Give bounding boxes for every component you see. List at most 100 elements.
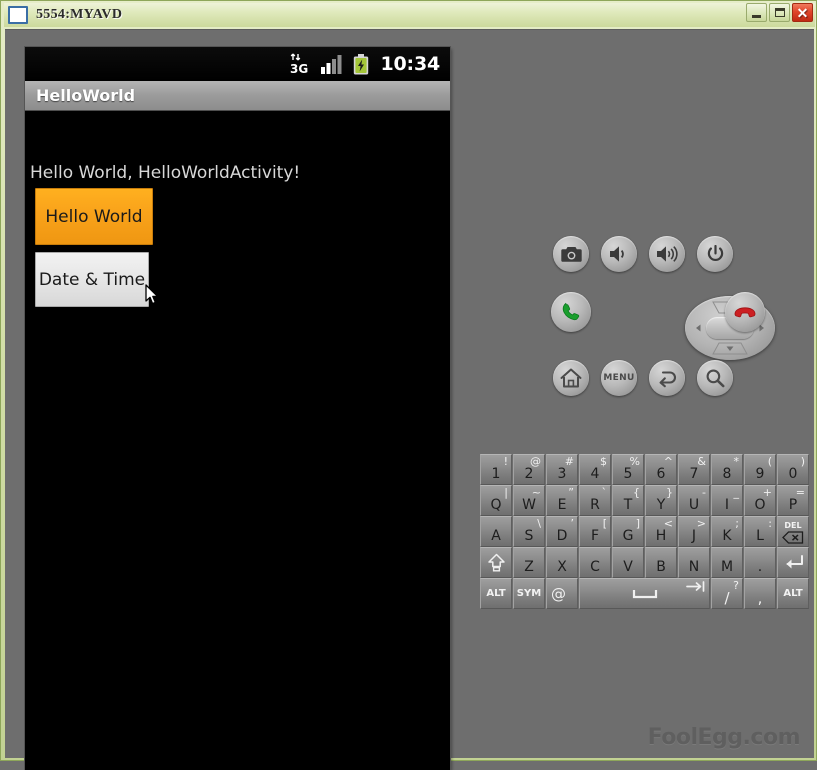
key-slash[interactable]: /? [711, 578, 743, 609]
key-c[interactable]: C [579, 547, 611, 578]
key-r[interactable]: R ` [579, 485, 611, 516]
key-3[interactable]: 3 # [546, 454, 578, 485]
key-delete-label: DEL [784, 520, 802, 530]
key-9[interactable]: 9( [744, 454, 776, 485]
key-alt-label: ; [735, 517, 739, 530]
key-j[interactable]: J > [678, 516, 710, 547]
key-o[interactable]: O + [744, 485, 776, 516]
key-period[interactable]: . [744, 547, 776, 578]
key-n[interactable]: N [678, 547, 710, 578]
key-g[interactable]: G] [612, 516, 644, 547]
svg-text:3G: 3G [290, 62, 308, 75]
key-k[interactable]: K; [711, 516, 743, 547]
key-label: V [623, 559, 633, 575]
back-arrow-icon [659, 371, 676, 388]
key-l[interactable]: L: [744, 516, 776, 547]
space-icon [632, 589, 657, 598]
key-label: W [522, 497, 536, 513]
key-label: B [656, 559, 666, 575]
key-enter[interactable] [777, 547, 809, 578]
key-m[interactable]: M [711, 547, 743, 578]
power-button[interactable] [697, 236, 733, 272]
home-button[interactable] [553, 360, 589, 396]
key-2[interactable]: 2 @ [513, 454, 545, 485]
volume-up-button[interactable] [649, 236, 685, 272]
key-0[interactable]: 0) [777, 454, 809, 485]
window-title: 5554:MYAVD [36, 7, 123, 22]
key-5[interactable]: 5% [612, 454, 644, 485]
key-p[interactable]: P = [777, 485, 809, 516]
camera-button[interactable] [553, 236, 589, 272]
key-label: SYM [516, 588, 542, 599]
key-label: 6 [656, 466, 666, 482]
key-h[interactable]: H < [645, 516, 677, 547]
key-delete[interactable]: DEL [777, 516, 809, 547]
emulator-window: 5554:MYAVD ✕ 3G 10:34 HelloWorld Hello W… [0, 0, 817, 770]
key-alt-label: { [633, 486, 640, 499]
key-alt-label: ( [767, 455, 772, 468]
volume-up-icon [657, 246, 678, 262]
enter-icon [786, 555, 803, 569]
key-a[interactable]: A [480, 516, 512, 547]
app-titlebar: HelloWorld [25, 81, 450, 111]
maximize-button[interactable] [769, 3, 790, 22]
key-alt-label: } [666, 486, 673, 499]
key-1[interactable]: 1! [480, 454, 512, 485]
key-8[interactable]: 8 * [711, 454, 743, 485]
key-sym[interactable]: SYM [513, 578, 545, 609]
key-z[interactable]: Z [513, 547, 545, 578]
key-6[interactable]: 6 ^ [645, 454, 677, 485]
key-alt-label: _ [733, 486, 740, 499]
key-space[interactable] [579, 578, 710, 609]
key-alt-left[interactable]: ALT [480, 578, 512, 609]
key-v[interactable]: V [612, 547, 644, 578]
key-d[interactable]: D’ [546, 516, 578, 547]
key-label: C [590, 559, 600, 575]
call-button[interactable] [551, 292, 591, 332]
key-alt-label: ~ [531, 486, 541, 499]
key-label: E [557, 497, 567, 513]
hardware-button-row-3: MENU [553, 360, 733, 396]
key-at[interactable]: @ [546, 578, 578, 609]
close-button[interactable]: ✕ [792, 3, 813, 22]
minimize-button[interactable] [746, 3, 767, 22]
device-screen[interactable]: 3G 10:34 HelloWorld Hello World, HelloWo… [25, 47, 450, 770]
hello-world-button[interactable]: Hello World [35, 188, 153, 245]
key-i[interactable]: I _ [711, 485, 743, 516]
key-alt-label: ” [568, 486, 574, 499]
key-label: A [491, 528, 501, 544]
key-label: 7 [689, 466, 699, 482]
date-time-button[interactable]: Date & Time [35, 252, 149, 307]
key-comma[interactable]: , [744, 578, 776, 609]
key-t[interactable]: T{ [612, 485, 644, 516]
end-call-button[interactable] [725, 292, 765, 332]
hardware-button-row-1 [553, 236, 733, 272]
menu-button[interactable]: MENU [601, 360, 637, 396]
key-7[interactable]: 7 & [678, 454, 710, 485]
key-alt-label: - [702, 486, 706, 499]
key-4[interactable]: 4 $ [579, 454, 611, 485]
key-x[interactable]: X [546, 547, 578, 578]
key-b[interactable]: B [645, 547, 677, 578]
key-s[interactable]: S \ [513, 516, 545, 547]
key-u[interactable]: U- [678, 485, 710, 516]
key-q[interactable]: Q | [480, 485, 512, 516]
key-alt-label: @ [530, 455, 541, 468]
key-label: 8 [722, 466, 732, 482]
search-button[interactable] [697, 360, 733, 396]
key-f[interactable]: F[ [579, 516, 611, 547]
key-label: Q [490, 497, 502, 513]
key-label: G [622, 528, 634, 544]
key-alt-right[interactable]: ALT [777, 578, 809, 609]
window-titlebar[interactable]: 5554:MYAVD [4, 3, 815, 27]
key-alt-label: ’ [570, 517, 575, 530]
key-alt-label: ? [733, 579, 739, 592]
maximize-icon [774, 8, 785, 17]
volume-down-button[interactable] [601, 236, 637, 272]
back-button[interactable] [649, 360, 685, 396]
key-e[interactable]: E” [546, 485, 578, 516]
key-shift[interactable] [480, 547, 512, 578]
key-label: T [623, 497, 633, 513]
key-y[interactable]: Y} [645, 485, 677, 516]
key-w[interactable]: W ~ [513, 485, 545, 516]
